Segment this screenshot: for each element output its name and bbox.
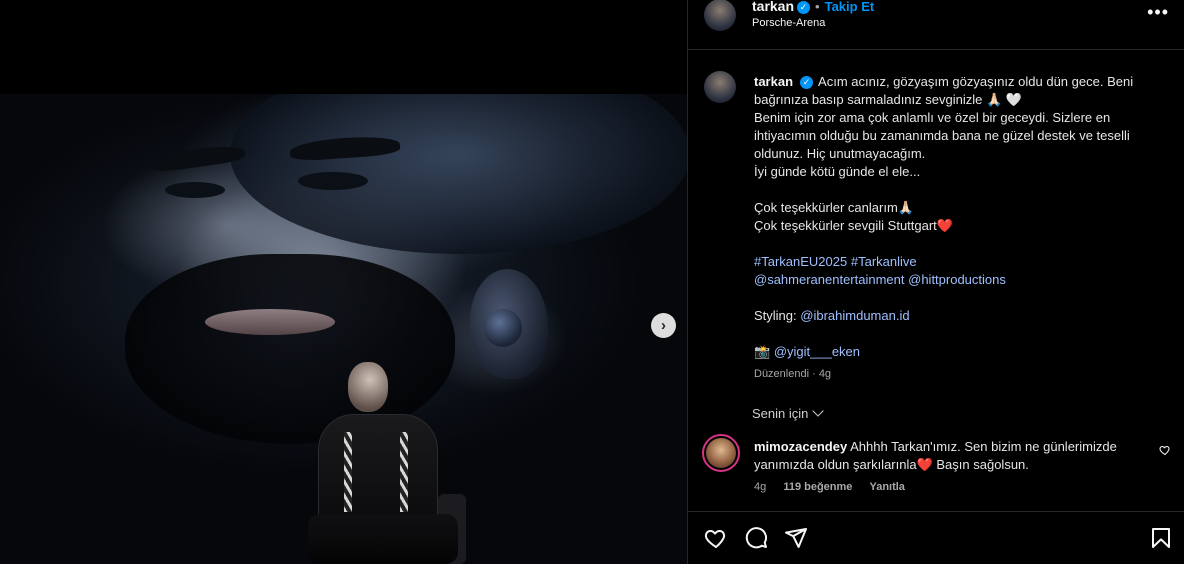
styling-line: Styling: @ibrahimduman.id [754, 307, 1164, 325]
comment-text: mimozacendey Ahhhh Tarkan'ımız. Sen bizi… [754, 438, 1149, 474]
caption-line [754, 181, 1164, 199]
mention-link[interactable]: @hittproductions [908, 272, 1006, 287]
photo-legs [308, 514, 458, 564]
location-link[interactable]: Porsche-Arena [752, 17, 825, 29]
mention-link[interactable]: @yigit___eken [774, 344, 860, 359]
comment-filter-dropdown[interactable]: Senin için [752, 405, 825, 421]
follow-button[interactable]: Takip Et [825, 0, 875, 14]
commenter-username[interactable]: mimozacendey [754, 439, 847, 454]
comment-likes-link[interactable]: 119 beğenme [783, 481, 852, 493]
hashtag-link[interactable]: #TarkanEU2025 [754, 254, 847, 269]
comment-meta: 4g 119 beğenme Yanıtla [754, 481, 919, 493]
photo-jacket-stripe [400, 432, 408, 512]
concert-photo [0, 94, 687, 564]
caption-line [754, 325, 1164, 343]
caption-author-avatar[interactable] [704, 71, 736, 103]
photo-jacket-stripe [344, 432, 352, 512]
post-action-bar [688, 511, 1184, 564]
photo-hair-shape [230, 94, 687, 254]
photo-performer-figure [308, 354, 468, 564]
caption-line: İyi günde kötü günde el ele... [754, 164, 921, 179]
photo-credit-line: 📸 @yigit___eken [754, 343, 1164, 361]
caption-line: tarkan ✓ Acım acınız, gözyaşım gözyaşınız … [754, 73, 1164, 109]
post-side-panel: tarkan ✓ • Takip Et Porsche-Arena ••• tarka… [687, 0, 1184, 564]
comment-filter-label: Senin için [752, 406, 809, 421]
comment-like-heart-icon[interactable] [1159, 444, 1171, 456]
caption-line: Çok teşekkürler sevgili Stuttgart❤️ [754, 218, 953, 233]
send-icon[interactable] [784, 526, 808, 550]
photo-eye-left [165, 182, 225, 198]
caption-text: tarkan ✓ Acım acınız, gözyaşım gözyaşınız … [754, 73, 1164, 383]
verified-badge-icon: ✓ [797, 1, 811, 14]
mention-link[interactable]: @ibrahimduman.id [800, 308, 909, 323]
mention-link[interactable]: @sahmeranentertainment [754, 272, 905, 287]
photo-performer-head [348, 362, 388, 412]
reply-button[interactable]: Yanıtla [869, 481, 904, 493]
post-header: tarkan ✓ • Takip Et Porsche-Arena ••• [688, 0, 1184, 50]
more-horizontal-icon[interactable]: ••• [1147, 3, 1169, 21]
caption-area: tarkan ✓ Acım acınız, gözyaşım gözyaşınız … [688, 51, 1184, 511]
comment-age: 4g [754, 481, 767, 493]
caption-line [754, 235, 1164, 253]
camera-icon: 📸 [754, 344, 771, 359]
caption-line [754, 289, 1164, 307]
caption-line: Çok teşekkürler canlarım🙏🏻 [754, 200, 914, 215]
post-media: › [0, 0, 687, 564]
mention-line: @sahmeranentertainment @hittproductions [754, 271, 1164, 289]
carousel-next-button[interactable]: › [651, 313, 676, 338]
chevron-down-icon [812, 405, 825, 417]
author-avatar[interactable] [704, 0, 736, 31]
photo-eye-right [298, 172, 368, 190]
photo-mouth-shape [205, 309, 335, 335]
bookmark-icon[interactable] [1149, 526, 1173, 550]
comment-item: mimozacendey Ahhhh Tarkan'ımız. Sen bizi… [688, 432, 1184, 502]
verified-badge-icon: ✓ [800, 76, 814, 89]
author-username[interactable]: tarkan [752, 0, 794, 14]
heart-icon[interactable] [704, 526, 728, 550]
photo-earpiece-shape [484, 309, 522, 347]
hashtag-link[interactable]: #Tarkanlive [851, 254, 917, 269]
chevron-right-icon: › [661, 317, 666, 334]
photo-brow-left [149, 142, 246, 174]
caption-line: Benim için zor ama çok anlamlı ve özel b… [754, 110, 1130, 161]
comment-icon[interactable] [744, 526, 768, 550]
separator-dot: • [815, 0, 820, 14]
styling-label: Styling: [754, 308, 797, 323]
caption-meta: Düzenlendi · 4g [754, 368, 832, 380]
hashtag-line: #TarkanEU2025 #Tarkanlive [754, 253, 1164, 271]
commenter-avatar[interactable] [702, 434, 740, 472]
header-user-line: tarkan ✓ • Takip Et [752, 0, 874, 14]
caption-username[interactable]: tarkan [754, 74, 793, 89]
